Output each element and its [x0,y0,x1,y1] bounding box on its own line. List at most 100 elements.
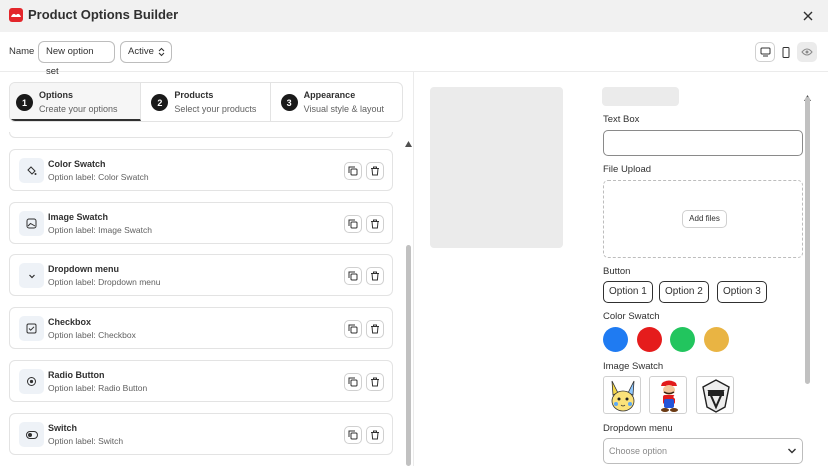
delete-button[interactable] [366,320,384,338]
trash-icon [371,166,379,176]
color-swatch-label: Color Swatch [603,311,660,322]
option-title: Image Swatch [48,212,109,222]
image-swatch-gta[interactable] [696,376,734,414]
duplicate-button[interactable] [344,162,362,180]
eye-icon [801,48,813,56]
option-3-button[interactable]: Option 3 [717,281,767,303]
product-image-placeholder [430,87,563,248]
trash-icon [371,324,379,334]
option-title: Radio Button [48,370,105,380]
duplicate-icon [348,377,358,387]
color-swatch-blue[interactable] [603,327,628,352]
desktop-view-button[interactable] [755,42,775,62]
option-card-switch[interactable]: Switch Option label: Switch [9,413,393,455]
color-swatch-green[interactable] [670,327,695,352]
option-subtitle: Option label: Switch [48,436,124,446]
duplicate-button[interactable] [344,267,362,285]
step-subtitle: Visual style & layout [303,104,385,114]
delete-button[interactable] [366,426,384,444]
partial-option-card [9,132,393,138]
step-appearance[interactable]: 3 Appearance Visual style & layout [271,83,402,121]
option-title: Color Swatch [48,159,106,169]
duplicate-icon [348,271,358,281]
product-title-placeholder [602,87,679,106]
preview-scrollbar-thumb[interactable] [805,97,810,384]
toggle-icon [19,422,44,447]
option-card-dropdown[interactable]: Dropdown menu Option label: Dropdown men… [9,254,393,296]
scroll-up-arrow-icon[interactable] [405,134,412,152]
option-card-radio[interactable]: Radio Button Option label: Radio Button [9,360,393,402]
close-icon[interactable] [802,9,814,21]
option-subtitle: Option label: Image Swatch [48,225,152,235]
step-options[interactable]: 1 Options Create your options [10,83,142,121]
preview-panel: Text Box File Upload Add files Button Op… [415,72,828,466]
file-upload-label: File Upload [603,164,652,175]
pikachu-like-character-image [611,380,635,412]
step-subtitle: Create your options [39,104,118,114]
name-label: Name [9,46,35,57]
option-subtitle: Option label: Checkbox [48,330,136,340]
step-number: 1 [16,94,33,111]
option-title: Checkbox [48,317,92,327]
option-subtitle: Option label: Dropdown menu [48,277,161,287]
color-swatch-yellow[interactable] [704,327,729,352]
step-title: Appearance [303,90,356,100]
paint-bucket-icon [19,158,44,183]
option-subtitle: Option label: Radio Button [48,383,148,393]
dropdown-placeholder: Choose option [609,446,668,456]
toolbar: Name New option set Active [0,32,828,77]
trash-icon [371,377,379,387]
mario-character-image [661,380,685,412]
select-arrows-icon [158,47,165,57]
mobile-view-button[interactable] [776,42,796,62]
option-card-image-swatch[interactable]: Image Swatch Option label: Image Swatch [9,202,393,244]
delete-button[interactable] [366,215,384,233]
option-2-button[interactable]: Option 2 [659,281,709,303]
duplicate-icon [348,430,358,440]
duplicate-icon [348,219,358,229]
delete-button[interactable] [366,373,384,391]
duplicate-button[interactable] [344,426,362,444]
preview-button[interactable] [797,42,817,62]
chevron-down-icon [19,263,44,288]
delete-button[interactable] [366,162,384,180]
mobile-icon [782,46,790,58]
option-card-checkbox[interactable]: Checkbox Option label: Checkbox [9,307,393,349]
duplicate-button[interactable] [344,373,362,391]
duplicate-button[interactable] [344,320,362,338]
duplicate-icon [348,166,358,176]
options-scrollbar-thumb[interactable] [406,245,411,466]
color-swatch-red[interactable] [637,327,662,352]
step-number: 3 [280,94,298,111]
radio-icon [19,369,44,394]
step-products[interactable]: 2 Products Select your products [141,83,271,121]
trash-icon [371,219,379,229]
image-swatch-mario[interactable] [649,376,687,414]
step-title: Options [39,90,73,100]
option-subtitle: Option label: Color Swatch [48,172,149,182]
file-upload-dropzone[interactable]: Add files [603,180,803,258]
gta-v-logo-image [702,379,730,413]
choose-option-select[interactable]: Choose option [603,438,803,464]
step-title: Products [174,90,214,100]
trash-icon [371,271,379,281]
duplicate-button[interactable] [344,215,362,233]
image-icon [19,211,44,236]
chevron-down-icon [788,448,796,454]
status-select[interactable]: Active [120,41,172,63]
checkbox-icon [19,316,44,341]
button-label: Button [603,266,631,277]
add-files-button[interactable]: Add files [682,210,727,228]
option-card-color-swatch[interactable]: Color Swatch Option label: Color Swatch [9,149,393,191]
stepper: 1 Options Create your options 2 Products… [9,82,403,122]
option-title: Switch [48,423,78,433]
image-swatch-pikachu[interactable] [603,376,641,414]
status-value: Active [128,46,154,57]
option-set-name-input[interactable]: New option set [38,41,115,77]
desktop-icon [760,47,770,57]
option-1-button[interactable]: Option 1 [603,281,653,303]
trash-icon [371,430,379,440]
delete-button[interactable] [366,267,384,285]
text-box-input[interactable] [603,130,803,156]
options-panel: 1 Options Create your options 2 Products… [0,72,414,466]
